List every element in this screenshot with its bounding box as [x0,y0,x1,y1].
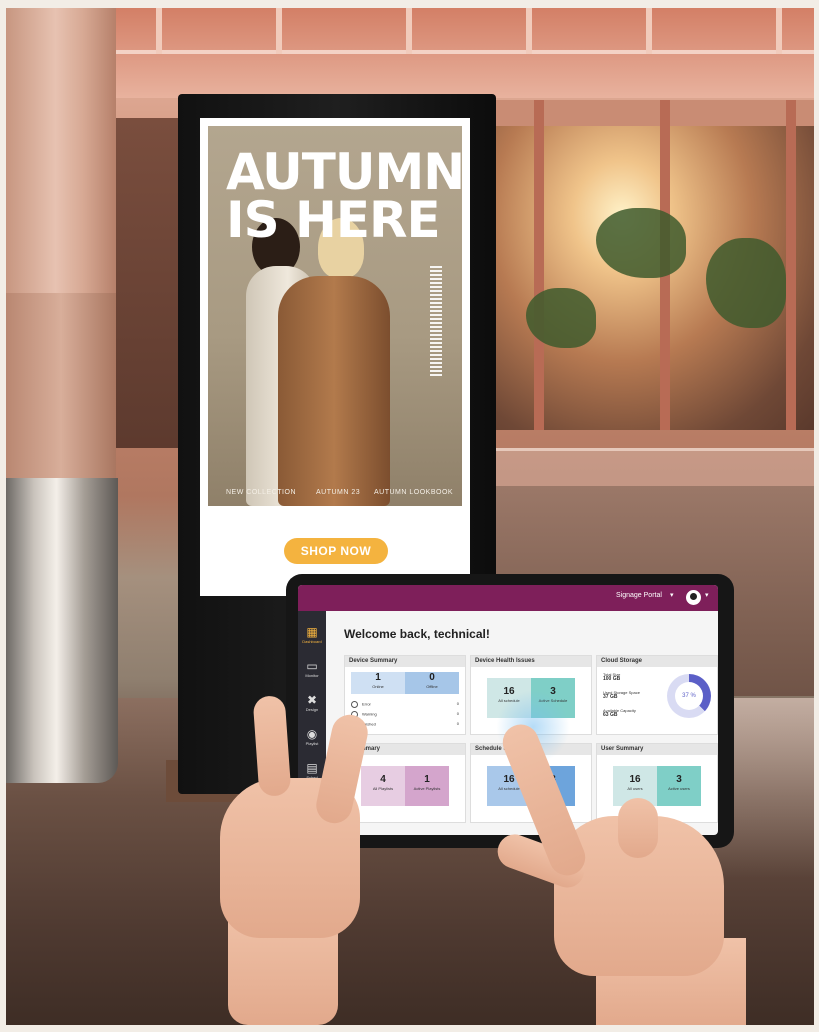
store-beam [534,100,544,430]
metal-pillar-base [6,478,118,783]
offline-stat: 0 Offline [405,672,459,694]
row-count: 0 [456,711,459,716]
glass-railing [494,448,814,487]
dashboard-icon: ▦ [306,625,318,639]
poster-footer-right: AUTUMN LOOKBOOK [374,489,454,496]
chevron-down-icon[interactable]: ▾ [705,591,709,599]
row-count: 0 [456,701,459,706]
kiosk-poster: AUTUMN IS HERE NEW COLLECTION AUTUMN 23 … [200,118,470,596]
shop-now-button[interactable]: SHOP NOW [284,538,388,564]
stat-label: Offline [426,684,438,689]
model-camel-coat [278,276,390,506]
pillar-band [6,293,116,493]
sidebar-item-label: Dashboard [302,639,322,644]
storage-percent: 37 % [675,682,703,710]
online-stat: 1 Online [351,672,405,694]
poster-headline: AUTUMN IS HERE [226,143,462,249]
playlist-icon: ◉ [306,727,318,741]
sidebar-item-label: Playlist [305,741,319,746]
storage-value: 100 GB [603,676,621,682]
all-playlists-stat: 4 All Playlists [361,766,405,806]
headline-line-1: AUTUMN [226,143,462,201]
sidebar-item-label: Monitor [305,673,319,678]
card-title: Device Summary [345,656,465,667]
sidebar-item-design[interactable]: ✖ Design [298,693,326,713]
sidebar-item-playlist[interactable]: ◉ Playlist [298,727,326,747]
poster-footer-mid: AUTUMN 23 [316,489,361,496]
status-row-warning: Warning 0 [351,711,459,718]
photo-frame: AUTUMN IS HERE NEW COLLECTION AUTUMN 23 … [6,8,814,1025]
stat-value: 4 [380,774,386,785]
status-row-error: Error 0 [351,701,459,708]
stat-label: All users [627,786,643,791]
stat-label: Active Playlists [413,786,441,791]
stat-label: Online [372,684,384,689]
sidebar-item-monitor[interactable]: ▭ Monitor [298,659,326,679]
active-users-stat: 3 Active users [657,766,701,806]
balcony-post [776,8,782,54]
headline-line-2: IS HERE [226,191,441,249]
error-icon [351,701,358,708]
sidebar-item-label: Design [305,707,319,712]
row-label: Error [362,701,371,707]
balcony-post [526,8,532,54]
storage-donut-chart: 37 % [667,674,711,718]
available-capacity: Available Capacity 63 GB [603,708,636,718]
chevron-down-icon[interactable]: ▾ [670,591,674,599]
right-knuckle [618,798,658,858]
row-label: Warning [362,711,377,717]
balcony-rail [106,50,814,54]
stat-label: All Playlists [372,786,394,791]
store-beam [786,100,796,430]
top-bar: Signage Portal ▾ ▾ [298,585,718,611]
stat-value: 16 [629,774,641,785]
portal-selector[interactable]: Signage Portal [616,592,662,599]
sidebar-item-dashboard[interactable]: ▦ Dashboard [298,625,326,645]
used-storage: Used Storage Space 37 GB [603,690,640,700]
stat-value: 3 [676,774,682,785]
stat-value: 0 [429,672,435,683]
welcome-heading: Welcome back, technical! [344,627,490,641]
storage-value: 63 GB [603,712,618,718]
barcode-graphic [430,266,442,376]
card-title: Cloud Storage [597,656,717,667]
stat-label: Active users [668,786,690,791]
stat-value: 1 [375,672,381,683]
balcony-post [646,8,652,54]
stat-value: 1 [424,774,430,785]
row-count: 0 [456,721,459,726]
cloud-storage-card[interactable]: Cloud Storage Total Size 100 GB Used Sto… [596,655,718,735]
balcony-post [276,8,282,54]
total-size: Total Size 100 GB [603,672,620,682]
balcony-post [406,8,412,54]
design-icon: ✖ [306,693,318,707]
poster-photo: AUTUMN IS HERE NEW COLLECTION AUTUMN 23 … [208,126,462,506]
avatar[interactable] [686,590,701,605]
left-storefront [110,118,180,448]
left-thumb [252,695,292,797]
poster-footer-left: NEW COLLECTION [226,489,297,496]
balcony-post [156,8,162,54]
monitor-icon: ▭ [306,659,318,673]
active-playlists-stat: 1 Active Playlists [405,766,449,806]
card-title: Device Health Issues [471,656,591,667]
card-title: User Summary [597,744,717,755]
storage-value: 37 GB [603,694,618,700]
